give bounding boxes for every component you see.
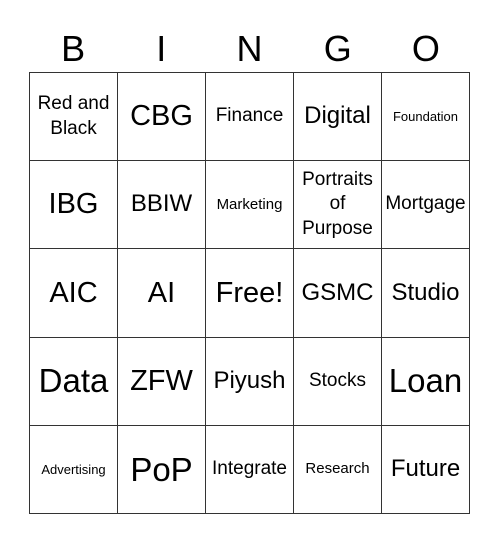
bingo-cell[interactable]: IBG: [30, 161, 118, 250]
free-space-cell[interactable]: Free!: [206, 249, 294, 338]
bingo-cell[interactable]: AI: [118, 249, 206, 338]
bingo-cell[interactable]: Studio: [382, 249, 470, 338]
bingo-cell[interactable]: Mortgage: [382, 161, 470, 250]
bingo-cell[interactable]: CBG: [118, 73, 206, 162]
bingo-cell[interactable]: GSMC: [294, 249, 382, 338]
bingo-cell[interactable]: Loan: [382, 337, 470, 426]
bingo-cell[interactable]: ZFW: [118, 337, 206, 426]
bingo-cell[interactable]: Finance: [206, 73, 294, 162]
bingo-cell[interactable]: Portraits of Purpose: [294, 161, 382, 250]
bingo-cell[interactable]: Marketing: [206, 161, 294, 250]
bingo-cell[interactable]: Integrate: [206, 425, 294, 514]
header-letter-i: I: [156, 28, 167, 69]
bingo-cell[interactable]: Advertising: [30, 425, 118, 514]
bingo-cell[interactable]: AIC: [30, 249, 118, 338]
header-letter-o: O: [411, 28, 440, 69]
header-letter-g: G: [323, 28, 352, 69]
bingo-cell[interactable]: Digital: [294, 73, 382, 162]
bingo-header: B I N G O: [29, 22, 470, 72]
bingo-cell[interactable]: Research: [294, 425, 382, 514]
bingo-cell[interactable]: PoP: [118, 425, 206, 514]
bingo-cell[interactable]: Data: [30, 337, 118, 426]
bingo-cell[interactable]: Stocks: [294, 337, 382, 426]
bingo-cell[interactable]: Red and Black: [30, 73, 118, 162]
bingo-cell[interactable]: Future: [382, 425, 470, 514]
bingo-cell[interactable]: Foundation: [382, 73, 470, 162]
bingo-board: Red and Black CBG Finance Digital Founda…: [29, 72, 470, 514]
bingo-cell[interactable]: Piyush: [206, 337, 294, 426]
header-letter-n: N: [236, 28, 263, 69]
bingo-cell[interactable]: BBIW: [118, 161, 206, 250]
header-letter-b: B: [61, 28, 86, 69]
